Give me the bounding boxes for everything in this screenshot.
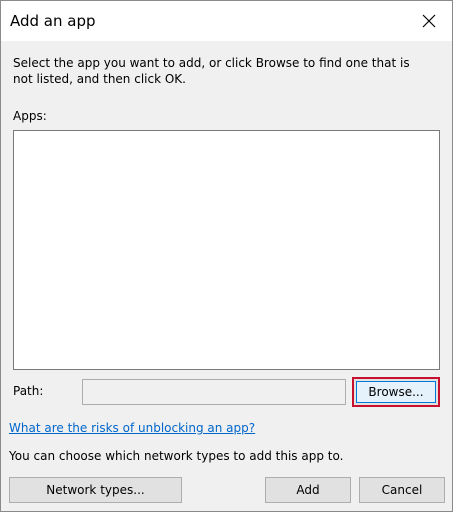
browse-button[interactable]: Browse... — [352, 377, 440, 407]
network-types-button[interactable]: Network types... — [9, 477, 182, 503]
add-button[interactable]: Add — [265, 477, 351, 503]
close-icon — [422, 14, 436, 28]
title-bar: Add an app — [1, 1, 452, 41]
dialog-title: Add an app — [10, 12, 96, 30]
browse-button-label: Browse... — [356, 381, 436, 403]
path-label: Path: — [13, 384, 44, 398]
network-types-description: You can choose which network types to ad… — [9, 449, 344, 463]
add-app-dialog: Add an app Select the app you want to ad… — [0, 0, 453, 512]
apps-label: Apps: — [13, 109, 47, 123]
instructions-text: Select the app you want to add, or click… — [13, 56, 410, 86]
unblocking-risks-link[interactable]: What are the risks of unblocking an app? — [9, 421, 255, 435]
cancel-button[interactable]: Cancel — [359, 477, 445, 503]
path-input[interactable] — [82, 379, 346, 405]
apps-list[interactable] — [13, 130, 440, 370]
close-button[interactable] — [406, 1, 452, 41]
